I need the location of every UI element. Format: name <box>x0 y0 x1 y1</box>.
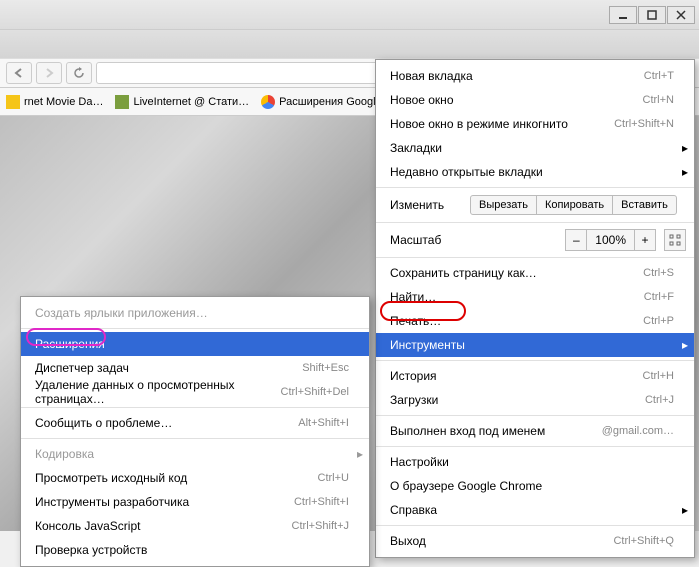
menu-zoom-row: Масштаб – 100% + <box>376 226 694 254</box>
menu-recent-tabs[interactable]: Недавно открытые вкладки▸ <box>376 160 694 184</box>
chevron-right-icon: ▸ <box>682 141 688 155</box>
submenu-extensions[interactable]: Расширения <box>21 332 369 356</box>
submenu-create-shortcuts: Создать ярлыки приложения… <box>21 301 369 325</box>
submenu-inspect-devices[interactable]: Проверка устройств <box>21 538 369 562</box>
fullscreen-button[interactable] <box>664 229 686 251</box>
separator <box>21 328 369 329</box>
menu-downloads[interactable]: ЗагрузкиCtrl+J <box>376 388 694 412</box>
separator <box>21 438 369 439</box>
close-button[interactable] <box>667 6 695 24</box>
chevron-right-icon: ▸ <box>682 338 688 352</box>
menu-save-page[interactable]: Сохранить страницу как…Ctrl+S <box>376 261 694 285</box>
separator <box>376 257 694 258</box>
submenu-devtools[interactable]: Инструменты разработчикаCtrl+Shift+I <box>21 490 369 514</box>
chevron-right-icon: ▸ <box>357 447 363 461</box>
menu-bookmarks[interactable]: Закладки▸ <box>376 136 694 160</box>
submenu-task-manager[interactable]: Диспетчер задачShift+Esc <box>21 356 369 380</box>
submenu-view-source[interactable]: Просмотреть исходный кодCtrl+U <box>21 466 369 490</box>
reload-button[interactable] <box>66 62 92 84</box>
submenu-report-issue[interactable]: Сообщить о проблеме…Alt+Shift+I <box>21 411 369 435</box>
bookmark-item[interactable]: LiveInternet @ Стати… <box>115 95 249 109</box>
menu-exit[interactable]: ВыходCtrl+Shift+Q <box>376 529 694 553</box>
submenu-js-console[interactable]: Консоль JavaScriptCtrl+Shift+J <box>21 514 369 538</box>
maximize-button[interactable] <box>638 6 666 24</box>
tab-strip[interactable] <box>0 30 699 58</box>
chevron-right-icon: ▸ <box>682 503 688 517</box>
menu-tools[interactable]: Инструменты▸ <box>376 333 694 357</box>
menu-edit-row: Изменить Вырезать Копировать Вставить <box>376 191 694 219</box>
menu-signed-in[interactable]: Выполнен вход под именем@gmail.com… <box>376 419 694 443</box>
bookmark-item[interactable]: rnet Movie Da… <box>6 95 103 109</box>
edit-label: Изменить <box>390 198 470 212</box>
menu-about[interactable]: О браузере Google Chrome <box>376 474 694 498</box>
menu-history[interactable]: ИсторияCtrl+H <box>376 364 694 388</box>
liveinternet-icon <box>115 95 129 109</box>
menu-incognito[interactable]: Новое окно в режиме инкогнитоCtrl+Shift+… <box>376 112 694 136</box>
separator <box>21 407 369 408</box>
zoom-in-button[interactable]: + <box>634 229 656 251</box>
chevron-right-icon: ▸ <box>682 165 688 179</box>
menu-new-window[interactable]: Новое окноCtrl+N <box>376 88 694 112</box>
cut-button[interactable]: Вырезать <box>470 195 537 215</box>
separator <box>376 415 694 416</box>
menu-new-tab[interactable]: Новая вкладкаCtrl+T <box>376 64 694 88</box>
separator <box>376 525 694 526</box>
menu-find[interactable]: Найти…Ctrl+F <box>376 285 694 309</box>
imdb-icon <box>6 95 20 109</box>
chrome-fav-icon <box>261 95 275 109</box>
chrome-main-menu: Новая вкладкаCtrl+T Новое окноCtrl+N Нов… <box>375 59 695 558</box>
separator <box>376 446 694 447</box>
menu-help[interactable]: Справка▸ <box>376 498 694 522</box>
submenu-encoding[interactable]: Кодировка▸ <box>21 442 369 466</box>
zoom-out-button[interactable]: – <box>565 229 587 251</box>
zoom-label: Масштаб <box>390 233 470 247</box>
menu-print[interactable]: Печать…Ctrl+P <box>376 309 694 333</box>
submenu-clear-data[interactable]: Удаление данных о просмотренных страница… <box>21 380 369 404</box>
separator <box>376 187 694 188</box>
paste-button[interactable]: Вставить <box>612 195 677 215</box>
bookmark-label: rnet Movie Da… <box>24 96 103 108</box>
back-button[interactable] <box>6 62 32 84</box>
bookmark-label: LiveInternet @ Стати… <box>133 96 249 108</box>
forward-button[interactable] <box>36 62 62 84</box>
separator <box>376 222 694 223</box>
tools-submenu: Создать ярлыки приложения… Расширения Ди… <box>20 296 370 567</box>
separator <box>376 360 694 361</box>
minimize-button[interactable] <box>609 6 637 24</box>
window-titlebar <box>0 0 699 30</box>
menu-settings[interactable]: Настройки <box>376 450 694 474</box>
zoom-value: 100% <box>586 229 635 251</box>
copy-button[interactable]: Копировать <box>536 195 613 215</box>
